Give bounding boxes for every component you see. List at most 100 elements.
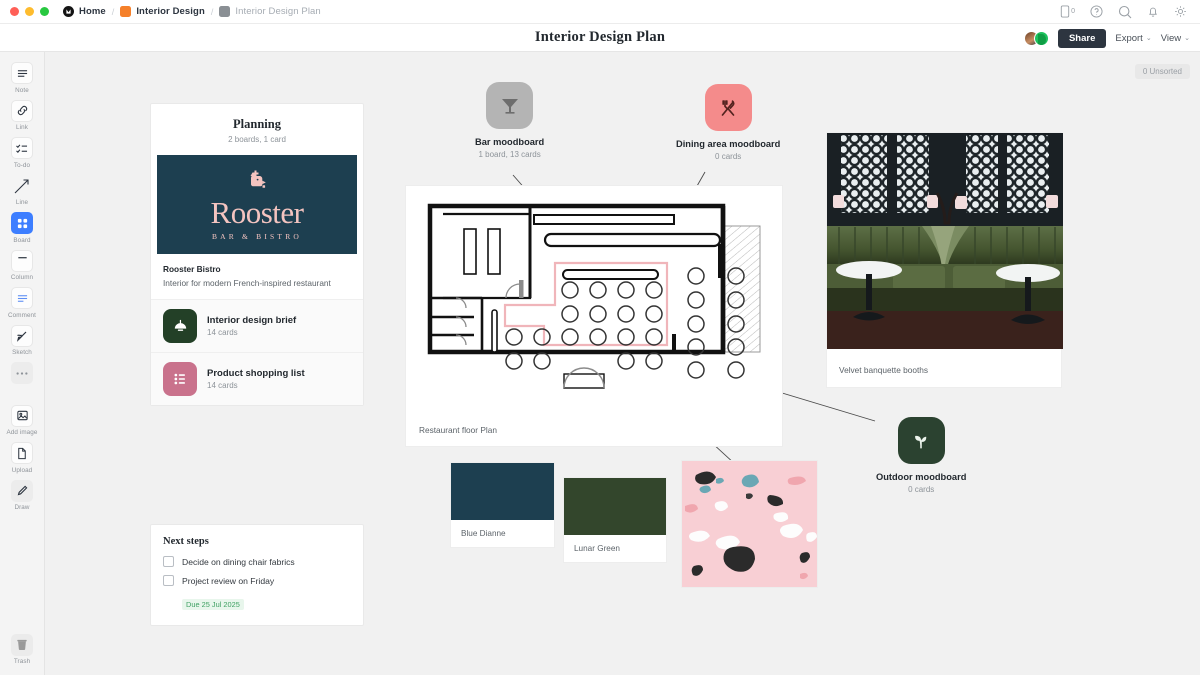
tool-upload[interactable]: Upload <box>2 442 43 474</box>
tool-sketch[interactable]: Sketch <box>2 324 43 356</box>
next-steps-card[interactable]: Next steps Decide on dining chair fabric… <box>150 524 364 626</box>
tool-label: Line <box>15 199 29 206</box>
todo-label: Project review on Friday <box>182 575 275 586</box>
fork-knife-icon <box>704 84 752 131</box>
tool-trash[interactable]: Trash <box>2 633 43 665</box>
settings-gear-icon[interactable] <box>1174 5 1187 18</box>
tool-line[interactable]: Line <box>2 175 43 206</box>
floor-plan-caption: Restaurant floor Plan <box>419 425 497 435</box>
checklist-icon <box>163 362 197 396</box>
grey-board-icon <box>219 6 231 17</box>
rooster-tagline-text: BAR & BISTRO <box>211 231 303 241</box>
banquette-photo-illustration <box>827 133 1063 349</box>
planning-board-card[interactable]: Planning 2 boards, 1 card Rooster BAR & … <box>150 103 364 406</box>
interior-photo <box>827 133 1063 349</box>
tool-label: To-do <box>13 161 31 169</box>
tool-label: Board <box>13 236 31 244</box>
todo-label: Decide on dining chair fabrics <box>182 556 295 567</box>
rooster-logo-icon <box>250 170 266 189</box>
tool-add-image[interactable]: Add image <box>2 404 43 436</box>
maximize-window-button[interactable] <box>40 7 49 16</box>
breadcrumb-item-interior-design-plan[interactable]: Interior Design Plan <box>219 6 321 17</box>
pendant-lamp-icon <box>163 309 197 343</box>
board-canvas[interactable]: 0 Unsorted Planning 2 boards, 1 card Roo… <box>45 52 1200 675</box>
moodboard-bar[interactable]: Bar moodboard 1 board, 13 cards <box>475 82 544 159</box>
color-swatch-lunar-green[interactable]: Lunar Green <box>563 477 667 563</box>
breadcrumb-item-home[interactable]: Home <box>63 6 106 17</box>
photo-card-velvet-booths[interactable]: Velvet banquette booths <box>826 132 1063 388</box>
tool-label: Trash <box>13 658 31 665</box>
moodboard-count: 1 board, 13 cards <box>478 150 541 159</box>
mobile-badge-count: 0 <box>1071 8 1075 15</box>
export-menu-button[interactable]: Export ⌄ <box>1115 33 1151 44</box>
tool-link[interactable]: Link <box>2 99 43 131</box>
board-row-text: Product shopping list 14 cards <box>207 368 305 390</box>
floor-plan-card[interactable]: Restaurant floor Plan <box>405 185 783 447</box>
tool-more[interactable] <box>2 362 43 387</box>
color-swatch-blue-dianne[interactable]: Blue Dianne <box>450 462 555 548</box>
mobile-icon[interactable]: 0 <box>1060 5 1075 18</box>
tool-label: Note <box>15 86 29 94</box>
board-card-count: 14 cards <box>207 328 238 337</box>
link-chain-icon <box>11 99 33 122</box>
export-label: Export <box>1115 32 1143 44</box>
orange-folder-icon <box>120 6 132 17</box>
breadcrumb: Home / Interior Design / Interior Design… <box>63 6 321 17</box>
page-title: Interior Design Plan <box>534 29 666 45</box>
collaborator-avatars[interactable] <box>1023 30 1049 46</box>
note-title: Rooster Bistro <box>163 264 221 274</box>
swatch-label: Blue Dianne <box>461 529 506 538</box>
window-traffic-lights <box>0 7 49 16</box>
planning-subtitle: 2 boards, 1 card <box>228 135 286 144</box>
terrazzo-pattern <box>682 461 817 587</box>
minimize-window-button[interactable] <box>25 7 34 16</box>
document-header: Interior Design Plan Share Export ⌄ View… <box>0 24 1200 52</box>
tool-label: Sketch <box>12 349 32 356</box>
breadcrumb-label-interior-design-plan: Interior Design Plan <box>235 6 321 17</box>
planning-title: Planning <box>233 117 281 131</box>
tool-column[interactable]: Column <box>2 249 43 281</box>
moodboard-dining-area[interactable]: Dining area moodboard 0 cards <box>676 84 780 161</box>
breadcrumb-item-interior-design[interactable]: Interior Design <box>120 6 205 17</box>
left-toolbar: Note Link To-do Line Board Column Commen… <box>0 52 45 675</box>
notifications-bell-icon[interactable] <box>1147 5 1159 18</box>
tool-draw[interactable]: Draw <box>2 479 43 511</box>
checkbox[interactable] <box>163 556 174 567</box>
board-row-interior-design-brief[interactable]: Interior design brief 14 cards <box>151 299 363 352</box>
avatar[interactable] <box>1033 30 1049 46</box>
checkbox[interactable] <box>163 575 174 586</box>
rooster-cover-image: Rooster BAR & BISTRO <box>157 155 357 254</box>
close-window-button[interactable] <box>10 7 19 16</box>
tool-comment[interactable]: Comment <box>2 287 43 319</box>
note-description: Interior for modern French-inspired rest… <box>163 278 331 288</box>
planning-note: Rooster Bistro Interior for modern Frenc… <box>151 254 363 299</box>
todo-item-dining-chair-fabrics[interactable]: Decide on dining chair fabrics <box>163 556 351 567</box>
swatch-color-fill <box>451 463 554 520</box>
tool-board[interactable]: Board <box>2 212 43 244</box>
swatch-color-fill <box>564 478 666 535</box>
tool-note[interactable]: Note <box>2 62 43 94</box>
tool-label: Draw <box>14 504 30 511</box>
share-button[interactable]: Share <box>1057 28 1107 48</box>
milanote-logo-icon <box>63 6 74 17</box>
moodboard-outdoor[interactable]: Outdoor moodboard 0 cards <box>876 417 966 494</box>
board-row-product-shopping-list[interactable]: Product shopping list 14 cards <box>151 352 363 405</box>
view-label: View <box>1160 32 1182 44</box>
chevron-down-icon: ⌄ <box>1184 35 1190 42</box>
search-icon[interactable] <box>1118 5 1132 19</box>
note-lines-icon <box>11 62 33 84</box>
draw-pencil-icon <box>11 479 33 502</box>
terrazzo-swatch-image[interactable] <box>681 460 818 588</box>
help-icon[interactable] <box>1090 5 1103 18</box>
board-grid-icon <box>11 212 33 234</box>
tool-todo[interactable]: To-do <box>2 137 43 169</box>
add-image-icon <box>11 404 33 427</box>
view-menu-button[interactable]: View ⌄ <box>1161 33 1190 44</box>
unsorted-badge[interactable]: 0 Unsorted <box>1134 64 1190 79</box>
chevron-down-icon: ⌄ <box>1145 35 1152 42</box>
trash-icon <box>11 633 33 656</box>
breadcrumb-separator: / <box>111 6 115 17</box>
moodboard-count: 0 cards <box>908 485 935 494</box>
todo-item-project-review[interactable]: Project review on Friday <box>163 575 351 586</box>
sketch-pen-icon <box>11 324 33 347</box>
